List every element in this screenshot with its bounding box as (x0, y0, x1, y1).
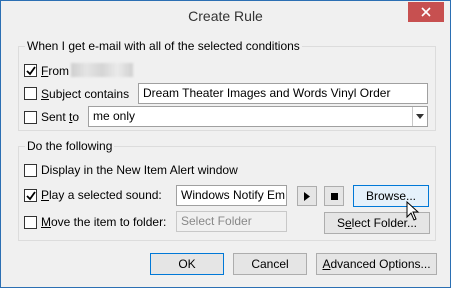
sent-to-label-pre: Sent (41, 110, 70, 124)
move-folder-label-text: ove the item to folder: (51, 215, 167, 229)
window-title: Create Rule (188, 8, 263, 24)
from-checkbox[interactable] (24, 64, 37, 77)
actions-heading: Do the following (25, 139, 115, 153)
subject-label[interactable]: Subject contains (41, 87, 129, 101)
checkmark-icon (26, 66, 36, 76)
select-folder-label-accel: e (344, 216, 352, 230)
stop-icon (330, 192, 338, 200)
sound-file-field[interactable]: Windows Notify Em (176, 185, 287, 206)
play-sound-button[interactable] (297, 186, 317, 206)
checkmark-icon (26, 191, 36, 201)
redacted-sender (71, 63, 133, 77)
play-sound-label-text: lay a selected sound: (49, 188, 162, 202)
advanced-options-button[interactable]: Advanced Options... (316, 253, 437, 275)
subject-checkbox[interactable] (24, 87, 37, 100)
move-folder-label-accel: M (41, 215, 51, 229)
sent-to-value: me only (93, 109, 136, 123)
conditions-group: When I get e-mail with all of the select… (18, 39, 436, 131)
play-sound-label-accel: P (41, 188, 50, 202)
play-sound-checkbox[interactable] (24, 189, 37, 202)
title-bar: Create Rule (1, 1, 450, 31)
select-folder-label-pre: S (336, 216, 345, 230)
alert-label[interactable]: Display in the New Item Alert window (41, 163, 238, 177)
cancel-button[interactable]: Cancel (233, 253, 307, 275)
move-folder-label[interactable]: Move the item to folder: (41, 215, 166, 229)
ok-button[interactable]: OK (150, 253, 224, 275)
folder-field[interactable]: Select Folder (176, 211, 287, 232)
sent-to-dropdown[interactable]: me only (88, 106, 428, 127)
close-icon (421, 7, 431, 17)
subject-label-text: ubject contains (49, 87, 130, 101)
create-rule-dialog: Create Rule When I get e-mail with all o… (0, 0, 451, 288)
alert-checkbox[interactable] (24, 164, 37, 177)
sent-to-label[interactable]: Sent to (41, 110, 79, 124)
stop-sound-button[interactable] (324, 186, 344, 206)
advanced-options-label-text: dvanced Options... (330, 257, 431, 271)
sent-to-label-text: o (72, 110, 80, 124)
play-icon (304, 191, 310, 201)
play-sound-label[interactable]: Play a selected sound: (41, 188, 162, 202)
move-folder-checkbox[interactable] (24, 216, 37, 229)
actions-group: Do the following Display in the New Item… (18, 139, 436, 241)
mouse-cursor-icon (406, 201, 420, 221)
subject-contains-field[interactable]: Dream Theater Images and Words Vinyl Ord… (138, 83, 428, 104)
dropdown-arrow-icon[interactable] (412, 107, 427, 126)
from-label[interactable]: From (41, 64, 69, 78)
close-button[interactable] (408, 2, 444, 22)
sent-to-checkbox[interactable] (24, 111, 37, 124)
from-label-text: rom (48, 64, 70, 78)
conditions-heading: When I get e-mail with all of the select… (25, 39, 302, 53)
subject-label-accel: S (41, 87, 50, 101)
